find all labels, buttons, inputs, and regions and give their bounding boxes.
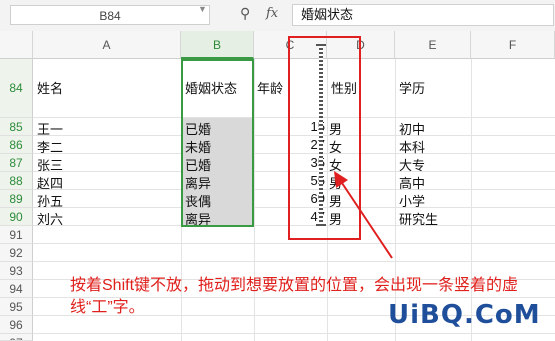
watermark-logo: UiBQ.CoM: [388, 300, 541, 330]
